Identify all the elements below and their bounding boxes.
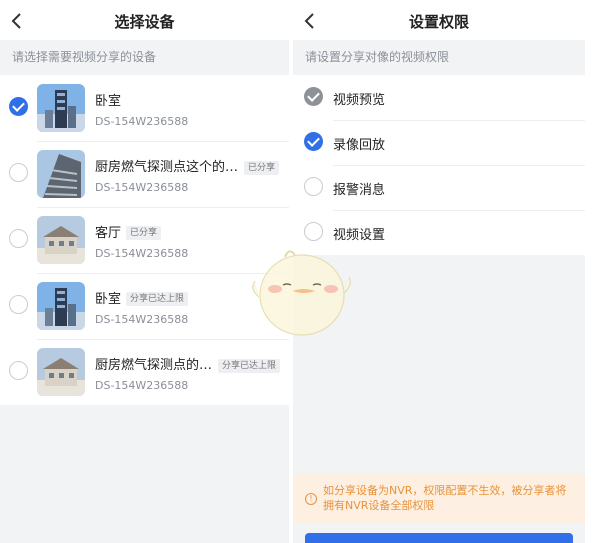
checkbox-unchecked-icon[interactable] — [304, 222, 323, 241]
checkbox-checked-icon[interactable] — [9, 97, 28, 116]
permission-label: 视频预览 — [333, 93, 386, 108]
device-name: 卧室 分享已达上限 — [95, 288, 189, 307]
device-thumbnail-house — [37, 216, 85, 264]
device-name: 卧室 — [95, 94, 122, 109]
hint-text: 请设置分享对像的视频权限 — [293, 40, 585, 75]
permission-label: 录像回放 — [333, 138, 386, 153]
checkbox-disabled-checked-icon — [304, 87, 323, 106]
notice-text: 如分享设备为NVR，权限配置不生效，被分享者将拥有NVR设备全部权限 — [323, 484, 567, 512]
page-title: 设置权限 — [408, 13, 469, 31]
device-row[interactable]: 厨房燃气探测点的… 分享已达上限 DS-154W236588 — [0, 339, 289, 405]
permission-label: 报警消息 — [333, 183, 386, 198]
checkbox-unchecked-icon[interactable] — [9, 163, 28, 182]
shared-badge: 已分享 — [244, 161, 280, 175]
limit-reached-badge: 分享已达上限 — [218, 359, 281, 373]
device-serial: DS-154W236588 — [95, 181, 189, 194]
checkbox-unchecked-icon[interactable] — [9, 229, 28, 248]
navbar: 选择设备 — [0, 0, 289, 40]
device-thumbnail-tower — [37, 84, 85, 132]
checkbox-checked-icon[interactable] — [304, 132, 323, 151]
permission-row-preview: 视频预览 — [293, 75, 585, 120]
device-row[interactable]: 厨房燃气探测点这个的… 已分享 DS-154W236588 — [0, 141, 289, 207]
permission-list: 视频预览 录像回放 报警消息 视频设置 — [293, 75, 585, 255]
device-thumbnail-house — [37, 348, 85, 396]
device-serial: DS-154W236588 — [95, 379, 189, 392]
device-row[interactable]: 卧室 DS-154W236588 — [0, 75, 289, 141]
device-serial: DS-154W236588 — [95, 247, 189, 260]
confirm-button[interactable] — [305, 533, 573, 543]
mascot-bird-sticker — [252, 250, 351, 336]
checkbox-unchecked-icon[interactable] — [9, 361, 28, 380]
info-icon: ! — [305, 493, 317, 505]
navbar: 设置权限 — [293, 0, 585, 40]
device-thumbnail-tower — [37, 282, 85, 330]
device-serial: DS-154W236588 — [95, 115, 189, 128]
device-name: 厨房燃气探测点的… — [95, 358, 213, 373]
permission-row-playback[interactable]: 录像回放 — [293, 120, 585, 165]
permission-row-alarm[interactable]: 报警消息 — [293, 165, 585, 210]
checkbox-unchecked-icon[interactable] — [9, 295, 28, 314]
page-title: 选择设备 — [114, 13, 175, 31]
shared-badge: 已分享 — [126, 226, 162, 240]
device-name: 客厅 已分享 — [95, 222, 162, 241]
checkbox-unchecked-icon[interactable] — [304, 177, 323, 196]
device-serial: DS-154W236588 — [95, 313, 189, 326]
nvr-notice-banner: ! 如分享设备为NVR，权限配置不生效，被分享者将拥有NVR设备全部权限 — [293, 473, 585, 523]
device-list: 卧室 DS-154W236588 厨房燃气探测点这个的… 已分享 DS-154W… — [0, 75, 289, 405]
limit-reached-badge: 分享已达上限 — [126, 292, 189, 306]
hint-text: 请选择需要视频分享的设备 — [0, 40, 289, 75]
permission-label: 视频设置 — [333, 228, 386, 243]
device-thumbnail-building — [37, 150, 85, 198]
device-name: 厨房燃气探测点这个的… — [95, 160, 239, 175]
